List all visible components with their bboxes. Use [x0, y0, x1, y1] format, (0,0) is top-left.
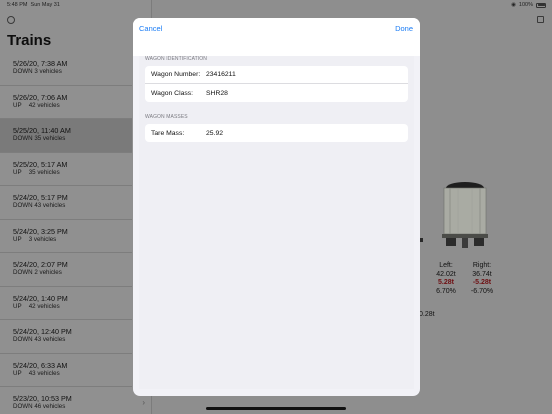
cancel-button[interactable]: Cancel: [139, 24, 162, 33]
train-datetime: 5/26/20, 7:06 AM: [13, 92, 68, 102]
status-bar: 5:48 PM Sun May 31 ◉ 100%: [0, 0, 552, 10]
section-header-masses: WAGON MASSES: [145, 114, 188, 120]
train-datetime: 5/26/20, 7:38 AM: [13, 59, 68, 68]
train-vehicles: 43 vehicles: [34, 336, 66, 343]
wagon-class-label: Wagon Class:: [151, 89, 194, 97]
train-row[interactable]: 5/26/20, 7:06 AM UP 42 vehicles: [0, 86, 132, 119]
wagon-class-field[interactable]: Wagon Class: SHR28: [145, 84, 408, 102]
sheet-navbar: Cancel Done: [133, 18, 420, 56]
train-direction: UP: [13, 235, 22, 243]
train-datetime: 5/25/20, 11:40 AM: [13, 126, 71, 135]
wagon-icon: [442, 182, 488, 248]
wagon-number-label: Wagon Number:: [151, 71, 201, 78]
train-vehicles: 43 vehicles: [28, 369, 60, 377]
train-datetime: 5/24/20, 5:17 PM: [13, 193, 68, 202]
train-summary: DOWN 46 vehicles: [13, 403, 132, 411]
train-row[interactable]: 5/24/20, 12:40 PM DOWN 43 vehicles: [0, 320, 132, 354]
left-delta: 5.28t: [438, 279, 454, 287]
battery-icon: [536, 2, 546, 8]
identification-group: Wagon Number: 23416211 Wagon Class: SHR2…: [145, 66, 408, 102]
train-direction: DOWN: [13, 68, 33, 75]
right-delta: -5.28t: [472, 279, 492, 287]
left-label: Left:: [439, 262, 453, 269]
train-datetime: 5/23/20, 10:53 PM: [13, 394, 72, 403]
train-vehicles: 35 vehicles: [34, 135, 66, 142]
left-percent: 6.70%: [436, 287, 456, 295]
train-summary: UP 35 vehicles: [13, 169, 132, 177]
home-indicator: [206, 407, 346, 410]
train-summary: UP 42 vehicles: [13, 102, 132, 110]
train-datetime: 5/24/20, 12:40 PM: [13, 327, 72, 336]
share-icon[interactable]: [537, 16, 544, 23]
train-row[interactable]: 5/24/20, 3:25 PM UP 3 vehicles: [0, 220, 132, 253]
train-vehicles: 3 vehicles: [34, 68, 62, 75]
right-percent: -6.70%: [470, 287, 494, 295]
train-direction: DOWN: [13, 403, 33, 410]
train-direction: DOWN: [13, 202, 33, 209]
train-summary: DOWN 43 vehicles: [13, 336, 132, 344]
train-datetime: 5/24/20, 2:07 PM: [13, 260, 68, 269]
done-button[interactable]: Done: [395, 24, 413, 33]
train-row[interactable]: 5/24/20, 5:17 PM DOWN 43 vehicles: [0, 186, 132, 220]
train-direction: UP: [13, 101, 22, 109]
left-mass: 42.02t: [436, 270, 456, 278]
wagon-number-field[interactable]: Wagon Number: 23416211: [145, 66, 408, 84]
train-summary: DOWN 43 vehicles: [13, 202, 132, 210]
train-vehicles: 2 vehicles: [34, 269, 62, 276]
wifi-icon: ◉: [511, 2, 516, 8]
train-summary: UP 43 vehicles: [13, 370, 132, 378]
train-list: 5/26/20, 7:38 AM DOWN 3 vehicles 5/26/20, …: [0, 52, 132, 414]
train-summary: UP 3 vehicles: [13, 236, 132, 244]
train-datetime: 5/24/20, 6:33 AM: [13, 360, 68, 370]
right-label: Right:: [472, 262, 492, 269]
train-summary: UP 42 vehicles: [13, 303, 132, 311]
train-row[interactable]: 5/24/20, 6:33 AM UP 43 vehicles: [0, 354, 132, 387]
status-time-date: 5:48 PM Sun May 31: [7, 2, 60, 8]
wagon-class-value[interactable]: SHR28: [206, 90, 408, 97]
train-summary: DOWN 3 vehicles: [13, 68, 132, 76]
wagon-number-value[interactable]: 23416211: [206, 71, 408, 78]
train-direction: UP: [13, 369, 22, 377]
settings-icon[interactable]: [7, 16, 15, 24]
train-datetime: 5/25/20, 5:17 AM: [13, 159, 68, 169]
right-mass: 36.74t: [472, 270, 492, 278]
partial-value: 0.28t: [419, 311, 435, 318]
train-row[interactable]: 5/24/20, 1:40 PM UP 42 vehicles: [0, 287, 132, 320]
tare-mass-field[interactable]: Tare Mass: 25.92: [145, 124, 408, 142]
sidebar: Trains 5/26/20, 7:38 AM DOWN 3 vehicles 5/…: [0, 0, 152, 414]
chevron-right-icon: ›: [142, 398, 145, 407]
train-vehicles: 35 vehicles: [28, 168, 60, 176]
left-reading: Left: 42.02t 5.28t 6.70%: [433, 262, 459, 296]
wagon-form: WAGON IDENTIFICATION Wagon Number: 23416…: [139, 56, 414, 389]
train-summary: DOWN 35 vehicles: [13, 135, 132, 143]
train-row[interactable]: 5/23/20, 10:53 PM DOWN 46 vehicles: [0, 387, 132, 414]
sidebar-title: Trains: [7, 32, 52, 49]
masses-group: Tare Mass: 25.92: [145, 124, 408, 142]
wagon-edit-sheet: Cancel Done WAGON IDENTIFICATION Wagon N…: [133, 18, 420, 396]
train-direction: DOWN: [13, 336, 33, 343]
train-vehicles: 42 vehicles: [28, 302, 60, 310]
train-direction: DOWN: [13, 269, 33, 276]
status-right: ◉ 100%: [511, 2, 546, 8]
train-direction: UP: [13, 302, 22, 310]
tare-mass-value[interactable]: 25.92: [206, 130, 408, 137]
train-row[interactable]: 5/26/20, 7:38 AM DOWN 3 vehicles: [0, 52, 132, 86]
train-direction: DOWN: [13, 135, 33, 142]
train-row[interactable]: 5/24/20, 2:07 PM DOWN 2 vehicles: [0, 253, 132, 287]
train-direction: UP: [13, 168, 22, 176]
battery-percent: 100%: [518, 2, 533, 8]
train-datetime: 5/24/20, 1:40 PM: [13, 293, 68, 303]
right-reading: Right: 36.74t -5.28t -6.70%: [467, 262, 497, 296]
train-vehicles: 42 vehicles: [28, 101, 60, 109]
section-header-identification: WAGON IDENTIFICATION: [145, 56, 207, 62]
train-datetime: 5/24/20, 3:25 PM: [13, 226, 68, 236]
train-row[interactable]: 5/25/20, 5:17 AM UP 35 vehicles: [0, 153, 132, 186]
train-row[interactable]: 5/25/20, 11:40 AM DOWN 35 vehicles: [0, 119, 132, 153]
train-vehicles: 3 vehicles: [28, 235, 57, 243]
train-vehicles: 43 vehicles: [34, 202, 66, 209]
tare-mass-label: Tare Mass:: [151, 129, 185, 137]
train-vehicles: 46 vehicles: [34, 403, 66, 410]
train-summary: DOWN 2 vehicles: [13, 269, 132, 277]
